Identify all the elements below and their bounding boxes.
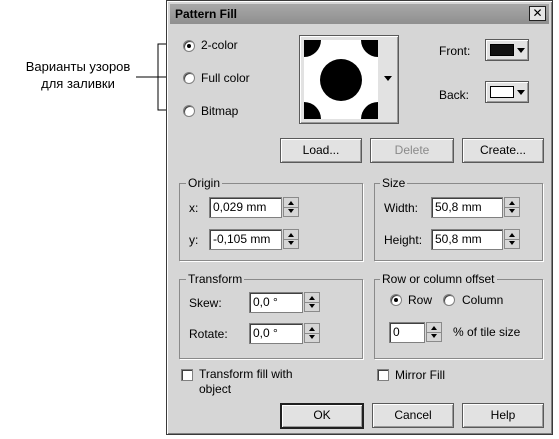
pattern-fill-dialog: Pattern Fill ✕ 2-color Full color Bitmap… xyxy=(166,0,553,435)
origin-y-input[interactable]: -0,105 mm xyxy=(209,229,282,250)
size-width-spinner[interactable] xyxy=(504,197,520,217)
origin-group-title: Origin xyxy=(186,176,223,190)
radio-full-color[interactable] xyxy=(183,72,195,84)
transform-group xyxy=(179,279,363,359)
skew-input[interactable]: 0,0 ° xyxy=(249,292,303,313)
front-color-picker[interactable] xyxy=(485,39,529,61)
size-width-label: Width: xyxy=(384,201,419,215)
back-color-arrow-icon xyxy=(517,90,525,95)
title-bar[interactable]: Pattern Fill ✕ xyxy=(170,4,549,24)
origin-x-spinner[interactable] xyxy=(283,197,299,217)
front-color-label: Front: xyxy=(439,44,471,58)
radio-column-offset-label[interactable]: Column xyxy=(462,293,503,307)
rotate-label: Rotate: xyxy=(189,327,228,341)
skew-label: Skew: xyxy=(189,296,222,310)
back-color-picker[interactable] xyxy=(485,81,529,103)
size-group-title: Size xyxy=(380,176,408,190)
create-button[interactable]: Create... xyxy=(462,138,544,163)
offset-percent-spinner[interactable] xyxy=(426,322,442,342)
origin-y-spinner[interactable] xyxy=(283,229,299,249)
radio-row-offset[interactable] xyxy=(390,294,402,306)
radio-column-offset[interactable] xyxy=(443,294,455,306)
radio-bitmap[interactable] xyxy=(183,105,195,117)
radio-bitmap-label[interactable]: Bitmap xyxy=(201,104,238,118)
offset-percent-label: % of tile size xyxy=(453,325,521,339)
transform-fill-label-line-1: Transform fill with xyxy=(199,367,293,381)
offset-group xyxy=(374,279,543,359)
help-button[interactable]: Help xyxy=(462,403,544,428)
size-height-input[interactable]: 50,8 mm xyxy=(431,229,503,250)
front-color-swatch xyxy=(490,44,514,56)
front-color-arrow-icon xyxy=(517,48,525,53)
size-height-label: Height: xyxy=(384,233,423,247)
transform-fill-label-line-2: object xyxy=(199,382,232,396)
delete-button[interactable]: Delete xyxy=(370,138,454,163)
rotate-input[interactable]: 0,0 ° xyxy=(249,323,303,344)
ok-button[interactable]: OK xyxy=(280,403,364,429)
mirror-fill-checkbox[interactable] xyxy=(377,369,389,381)
transform-fill-checkbox[interactable] xyxy=(181,369,193,381)
cancel-button[interactable]: Cancel xyxy=(372,403,454,428)
radio-row-offset-label[interactable]: Row xyxy=(408,293,432,307)
skew-spinner[interactable] xyxy=(304,292,320,312)
mirror-fill-checkbox-label[interactable]: Mirror Fill xyxy=(395,368,445,382)
close-button[interactable]: ✕ xyxy=(529,6,546,21)
radio-2-color[interactable] xyxy=(183,40,195,52)
pattern-dropdown-arrow-icon xyxy=(384,76,392,81)
size-height-spinner[interactable] xyxy=(504,229,520,249)
transform-fill-checkbox-label[interactable]: Transform fill with object xyxy=(199,367,293,397)
load-button[interactable]: Load... xyxy=(280,138,362,163)
radio-full-color-label[interactable]: Full color xyxy=(201,71,250,85)
close-icon: ✕ xyxy=(532,6,543,20)
offset-group-title: Row or column offset xyxy=(380,272,497,286)
radio-2-color-label[interactable]: 2-color xyxy=(201,38,238,52)
transform-group-title: Transform xyxy=(186,272,245,286)
back-color-label: Back: xyxy=(439,88,470,102)
origin-x-input[interactable]: 0,029 mm xyxy=(209,197,282,218)
offset-percent-input[interactable]: 0 xyxy=(389,322,425,343)
rotate-spinner[interactable] xyxy=(304,323,320,343)
pattern-preview-image xyxy=(304,40,378,119)
dialog-title: Pattern Fill xyxy=(175,7,238,21)
pattern-preview-button[interactable] xyxy=(299,35,399,124)
size-width-input[interactable]: 50,8 mm xyxy=(431,197,503,218)
origin-y-label: y: xyxy=(189,233,199,247)
origin-x-label: x: xyxy=(189,201,199,215)
back-color-swatch xyxy=(490,86,514,98)
